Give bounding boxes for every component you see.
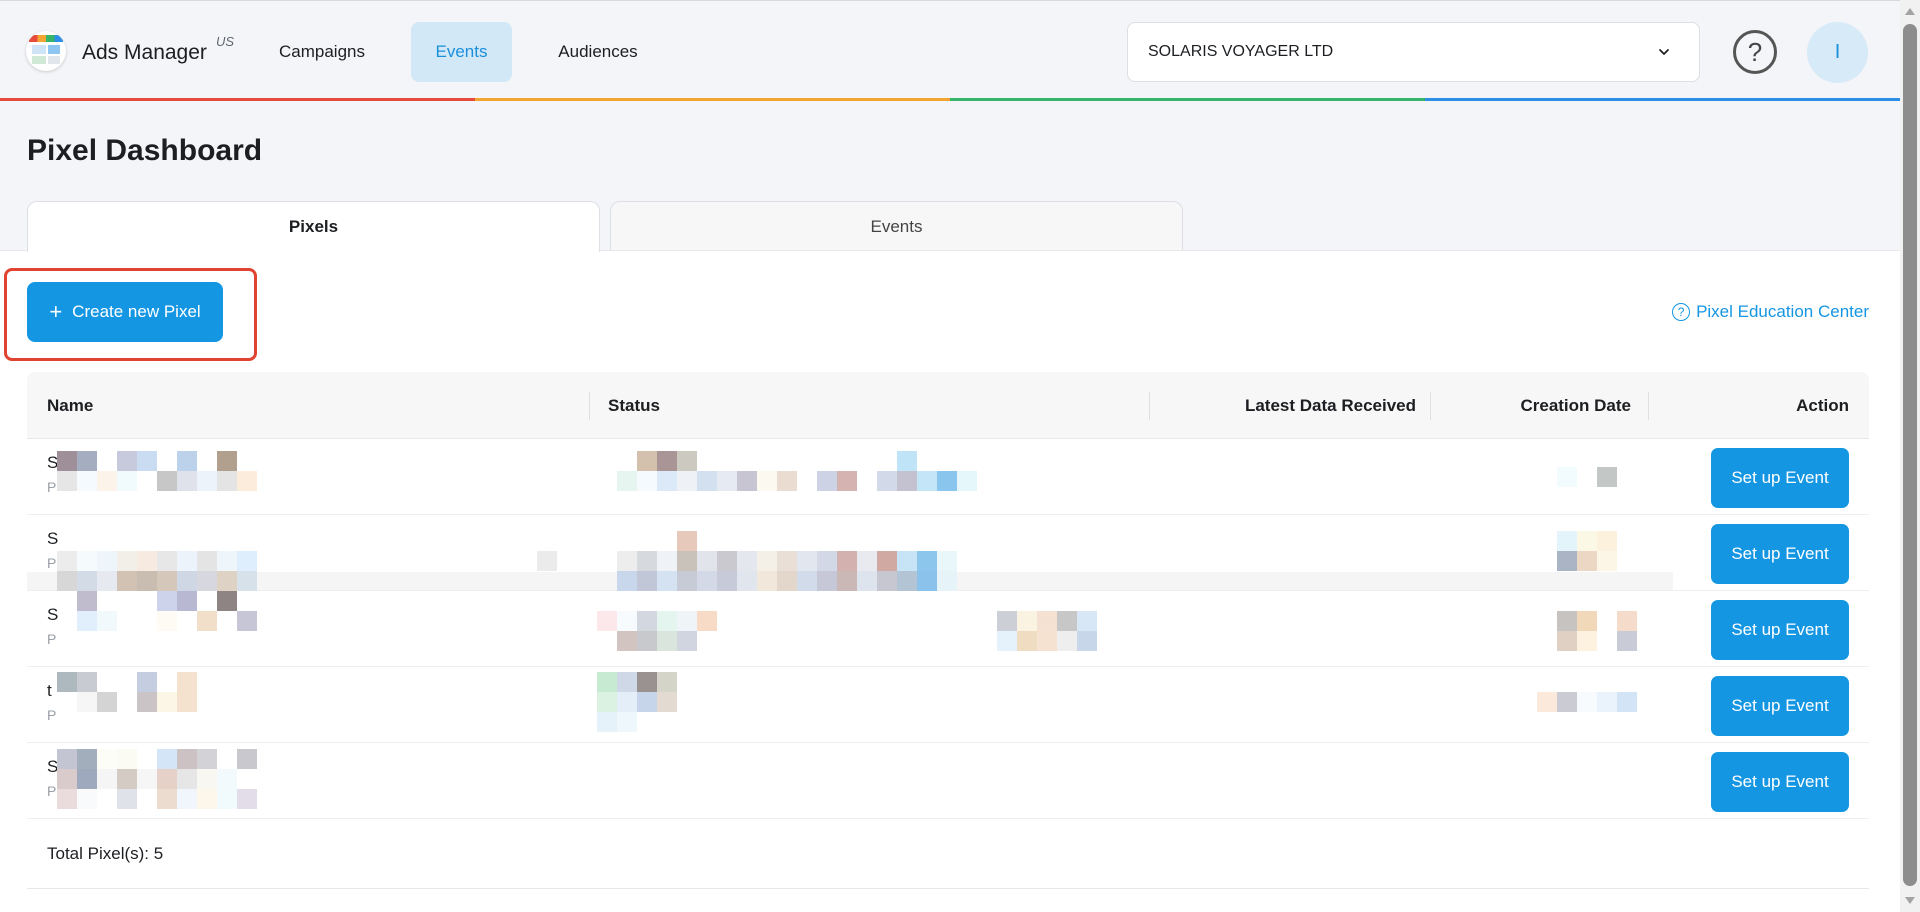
account-name: SOLARIS VOYAGER LTD [1148, 43, 1334, 60]
table-header: Name Status Latest Data Received Creatio… [27, 372, 1869, 439]
table-row: S P Set up Event [27, 439, 1869, 515]
scrollbar-thumb[interactable] [1903, 24, 1917, 886]
tab-events[interactable]: Events [610, 201, 1183, 251]
pixel-education-center-link[interactable]: ? Pixel Education Center [1672, 302, 1869, 322]
pixel-id: P [47, 479, 57, 495]
table-row: S P Set up Event [27, 515, 1869, 591]
redacted-latest-block [997, 611, 1097, 651]
redacted-status-block [617, 531, 977, 591]
table-row: S P Set up Event [27, 743, 1869, 819]
scroll-up-arrow-icon[interactable] [1905, 8, 1915, 15]
pixel-education-center-label: Pixel Education Center [1696, 302, 1869, 321]
redacted-name-block [57, 672, 217, 712]
redacted-date-block [1557, 467, 1617, 487]
redacted-status-block [617, 451, 977, 491]
scroll-down-arrow-icon[interactable] [1905, 897, 1915, 904]
redacted-date-block [1557, 611, 1637, 651]
scrollbar[interactable] [1900, 0, 1920, 912]
column-divider [1648, 392, 1649, 420]
avatar[interactable]: I [1807, 22, 1868, 83]
help-icon[interactable]: ? [1733, 30, 1777, 74]
account-select[interactable]: SOLARIS VOYAGER LTD [1127, 22, 1700, 82]
tab-pixels[interactable]: Pixels [27, 201, 600, 252]
top-bar: Ads Manager US Campaigns Events Audience… [0, 0, 1900, 101]
plus-icon: + [49, 299, 63, 324]
redacted-name-block [57, 451, 257, 491]
app-title: Ads Manager [82, 41, 207, 64]
redacted-status-block [597, 611, 717, 651]
redacted-name-block [57, 591, 257, 631]
create-new-pixel-label: Create new Pixel [72, 302, 201, 321]
pixel-name: t [47, 681, 52, 700]
page-title: Pixel Dashboard [27, 134, 263, 167]
region-label: US [216, 34, 235, 49]
redacted-name-block [57, 551, 257, 591]
pixel-content-panel: + Create new Pixel ? Pixel Education Cen… [0, 250, 1900, 912]
column-header-latest-data[interactable]: Latest Data Received [1245, 372, 1416, 439]
question-circle-icon: ? [1672, 303, 1691, 321]
set-up-event-button[interactable]: Set up Event [1711, 448, 1849, 508]
total-pixels-label: Total Pixel(s): 5 [27, 819, 1869, 889]
column-header-status[interactable]: Status [608, 372, 660, 439]
nav-events[interactable]: Events [411, 22, 512, 82]
pixel-id: P [47, 707, 57, 723]
redacted-date-block [1557, 531, 1617, 571]
pixel-id: P [47, 631, 57, 647]
redacted-date-block [1537, 692, 1637, 712]
rainbow-divider [0, 98, 1900, 101]
chevron-down-icon [1659, 49, 1669, 55]
set-up-event-button[interactable]: Set up Event [1711, 752, 1849, 812]
nav-campaigns[interactable]: Campaigns [262, 22, 382, 82]
column-header-action: Action [1796, 395, 1849, 415]
column-divider [1149, 392, 1150, 420]
ads-manager-logo-icon[interactable] [26, 31, 66, 71]
table-row: S P Set up Event [27, 591, 1869, 667]
pixel-id: P [47, 783, 57, 799]
column-header-name[interactable]: Name [47, 372, 93, 439]
table-row: t P Set up Event [27, 667, 1869, 743]
pixel-name: S [47, 529, 59, 548]
column-divider [1430, 392, 1431, 420]
redacted-block [537, 551, 557, 571]
pixel-id: P [47, 555, 57, 571]
set-up-event-button[interactable]: Set up Event [1711, 676, 1849, 736]
create-new-pixel-button[interactable]: + Create new Pixel [27, 282, 223, 342]
column-header-creation-date[interactable]: Creation Date [1520, 372, 1631, 439]
nav-audiences[interactable]: Audiences [540, 22, 656, 82]
set-up-event-button[interactable]: Set up Event [1711, 524, 1849, 584]
set-up-event-button[interactable]: Set up Event [1711, 600, 1849, 660]
redacted-status-block [597, 672, 677, 732]
redacted-name-block [57, 749, 257, 809]
pixels-table: Name Status Latest Data Received Creatio… [27, 372, 1869, 889]
column-divider [589, 392, 590, 420]
